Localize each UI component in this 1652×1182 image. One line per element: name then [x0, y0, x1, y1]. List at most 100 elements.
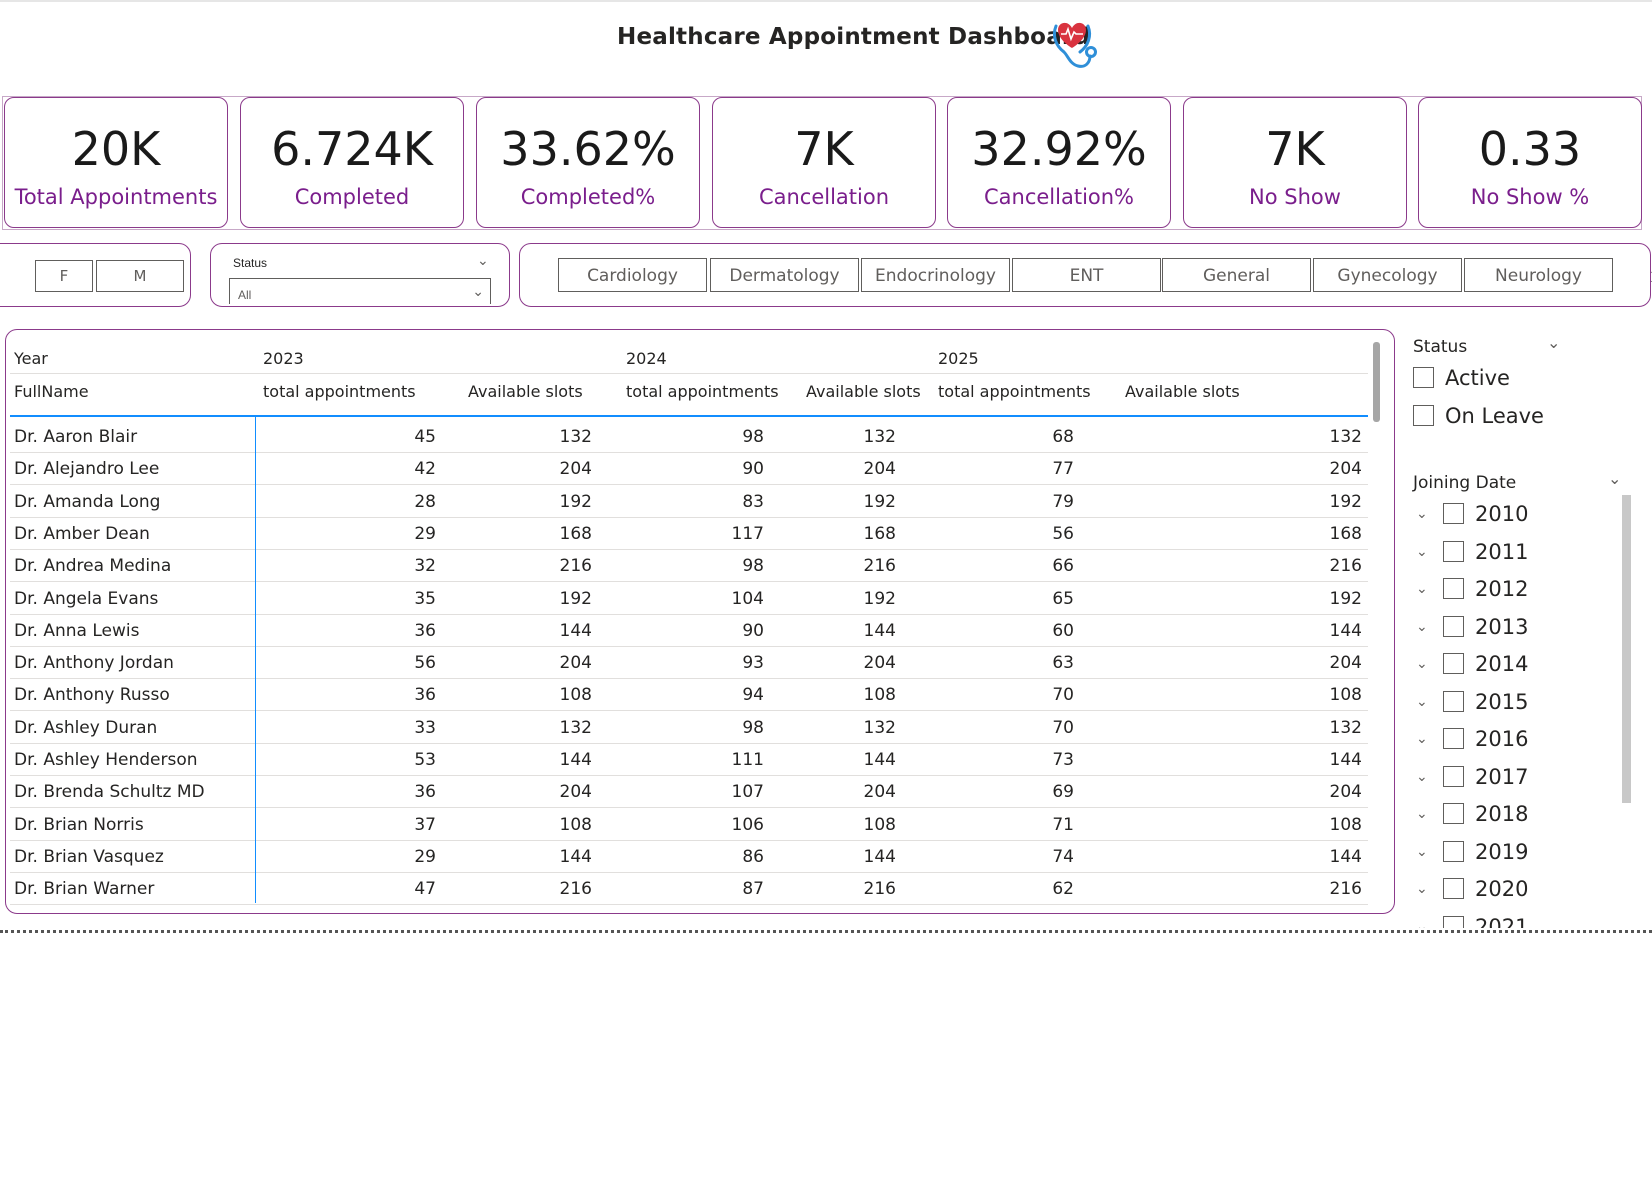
expand-chevron-icon[interactable]: ⌄ — [1416, 805, 1428, 822]
joining-year-label: 2010 — [1475, 502, 1529, 526]
matrix-scrollbar[interactable] — [1373, 342, 1380, 422]
table-row[interactable]: Dr. Brian Warner 47 216 87 216 62 216 — [10, 873, 1368, 906]
kpi-card-total-appointments: 20K Total Appointments — [4, 97, 228, 228]
joining-year-checkbox[interactable] — [1443, 765, 1464, 787]
table-row[interactable]: Dr. Brenda Schultz MD 36 204 107 204 69 204 — [10, 776, 1368, 809]
joining-year-label: 2015 — [1475, 689, 1529, 714]
expand-chevron-icon[interactable]: ⌄ — [1416, 730, 1428, 747]
expand-chevron-icon[interactable]: ⌄ — [1416, 655, 1428, 672]
available-slots-cell: 216 — [1329, 556, 1362, 577]
joining-year-checkbox[interactable] — [1443, 840, 1464, 862]
status-active-checkbox[interactable] — [1413, 367, 1434, 388]
department-option-cardiology[interactable]: Cardiology — [558, 258, 707, 292]
status-active-label: Active — [1445, 366, 1510, 390]
column-header-available-slots[interactable]: Available slots — [806, 382, 921, 401]
department-option-ent[interactable]: ENT — [1012, 258, 1161, 292]
available-slots-cell: 132 — [559, 717, 592, 738]
available-slots-cell: 168 — [1329, 523, 1362, 544]
status-dropdown-value: All — [238, 288, 252, 302]
department-option-endocrinology[interactable]: Endocrinology — [861, 258, 1010, 292]
expand-chevron-icon[interactable]: ⌄ — [1416, 580, 1428, 597]
column-header-available-slots[interactable]: Available slots — [468, 382, 583, 401]
expand-chevron-icon[interactable]: ⌄ — [1416, 618, 1428, 635]
doctor-name-cell: Dr. Brenda Schultz MD — [14, 782, 205, 803]
table-row[interactable]: Dr. Alejandro Lee 42 204 90 204 77 204 — [10, 453, 1368, 486]
department-slicer: Cardiology Dermatology Endocrinology ENT… — [519, 243, 1652, 307]
row-header-fullname[interactable]: FullName — [14, 382, 89, 401]
joining-year-checkbox[interactable] — [1443, 540, 1464, 562]
available-slots-cell: 144 — [863, 620, 896, 641]
kpi-label: Total Appointments — [14, 185, 218, 209]
joining-year-label: 2017 — [1475, 764, 1529, 789]
expand-chevron-icon[interactable]: ⌄ — [1416, 505, 1428, 522]
available-slots-cell: 144 — [863, 750, 896, 770]
gender-option-m[interactable]: M — [96, 260, 184, 292]
joining-year-checkbox[interactable] — [1443, 915, 1464, 928]
table-row[interactable]: Dr. Anthony Russo 36 108 94 108 70 108 — [10, 679, 1368, 712]
table-row[interactable]: Dr. Andrea Medina 32 216 98 216 66 216 — [10, 550, 1368, 583]
total-appointments-cell: 60 — [1052, 620, 1074, 641]
joining-year-checkbox[interactable] — [1443, 728, 1464, 749]
available-slots-cell: 192 — [1329, 491, 1362, 512]
kpi-label: Completed% — [520, 185, 656, 209]
joining-year-checkbox[interactable] — [1443, 503, 1464, 524]
table-row[interactable]: Dr. Ashley Henderson 53 144 111 144 73 144 — [10, 744, 1368, 776]
total-appointments-cell: 56 — [1052, 523, 1074, 544]
status-on-leave-checkbox[interactable] — [1413, 405, 1434, 426]
chevron-down-icon[interactable]: ⌄ — [477, 252, 489, 269]
joining-year-checkbox[interactable] — [1443, 803, 1464, 824]
status-dropdown[interactable]: All ⌄ — [229, 278, 491, 304]
department-option-neurology[interactable]: Neurology — [1464, 258, 1613, 292]
table-row[interactable]: Dr. Anna Lewis 36 144 90 144 60 144 — [10, 615, 1368, 647]
joining-year-checkbox[interactable] — [1443, 653, 1464, 674]
total-appointments-cell: 86 — [742, 846, 764, 867]
table-row[interactable]: Dr. Amber Dean 29 168 117 168 56 168 — [10, 518, 1368, 550]
chevron-down-icon[interactable]: ⌄ — [1608, 469, 1621, 489]
joining-year-checkbox[interactable] — [1443, 615, 1464, 637]
joining-year-checkbox[interactable] — [1443, 878, 1464, 899]
doctor-name-cell: Dr. Anthony Russo — [14, 685, 170, 706]
expand-chevron-icon[interactable]: ⌄ — [1416, 843, 1428, 860]
table-row[interactable]: Dr. Ashley Duran 33 132 98 132 70 132 — [10, 712, 1368, 744]
expand-chevron-icon[interactable]: ⌄ — [1416, 880, 1428, 897]
joining-year-checkbox[interactable] — [1443, 690, 1464, 712]
doctor-name-cell: Dr. Amanda Long — [14, 491, 161, 512]
table-row[interactable]: Dr. Brian Vasquez 29 144 86 144 74 144 — [10, 841, 1368, 873]
expand-chevron-icon[interactable]: ⌄ — [1416, 693, 1428, 710]
expand-chevron-icon[interactable]: ⌄ — [1416, 918, 1428, 929]
gender-option-f[interactable]: F — [35, 260, 93, 292]
table-row[interactable]: Dr. Anthony Jordan 56 204 93 204 63 204 — [10, 647, 1368, 680]
column-header-year-2025[interactable]: 2025 — [938, 349, 979, 368]
column-header-total-appointments[interactable]: total appointments — [938, 382, 1091, 401]
kpi-card-no-show-pct: 0.33 No Show % — [1418, 97, 1642, 228]
column-header-total-appointments[interactable]: total appointments — [263, 382, 416, 401]
column-header-available-slots[interactable]: Available slots — [1125, 382, 1240, 401]
joining-date-scrollbar[interactable] — [1622, 495, 1631, 803]
department-option-general[interactable]: General — [1162, 258, 1311, 292]
expand-chevron-icon[interactable]: ⌄ — [1416, 768, 1428, 785]
department-option-dermatology[interactable]: Dermatology — [710, 258, 859, 292]
available-slots-cell: 144 — [559, 750, 592, 770]
chevron-down-icon[interactable]: ⌄ — [1547, 333, 1560, 353]
table-row[interactable]: Dr. Aaron Blair 45 132 98 132 68 132 — [10, 421, 1368, 453]
kpi-row: 20K Total Appointments 6.724K Completed … — [2, 96, 1642, 230]
page-title: Healthcare Appointment Dashboard — [617, 24, 1091, 50]
table-row[interactable]: Dr. Angela Evans 35 192 104 192 65 192 — [10, 583, 1368, 615]
available-slots-cell: 108 — [863, 685, 896, 706]
table-row[interactable]: Dr. Brian Norris 37 108 106 108 71 108 — [10, 809, 1368, 841]
column-header-total-appointments[interactable]: total appointments — [626, 382, 779, 401]
table-row[interactable]: Dr. Amanda Long 28 192 83 192 79 192 — [10, 486, 1368, 518]
total-appointments-cell: 87 — [742, 879, 764, 900]
header-underline — [10, 415, 1368, 417]
kpi-label: Cancellation% — [983, 185, 1135, 209]
column-header-year-2023[interactable]: 2023 — [263, 349, 304, 368]
doctor-name-cell: Dr. Anna Lewis — [14, 620, 140, 641]
available-slots-cell: 216 — [863, 879, 896, 900]
doctor-name-cell: Dr. Angela Evans — [14, 588, 159, 609]
total-appointments-cell: 77 — [1052, 459, 1074, 480]
available-slots-cell: 144 — [1329, 620, 1362, 641]
column-header-year-2024[interactable]: 2024 — [626, 349, 667, 368]
expand-chevron-icon[interactable]: ⌄ — [1416, 543, 1428, 560]
department-option-gynecology[interactable]: Gynecology — [1313, 258, 1462, 292]
joining-year-checkbox[interactable] — [1443, 578, 1464, 599]
